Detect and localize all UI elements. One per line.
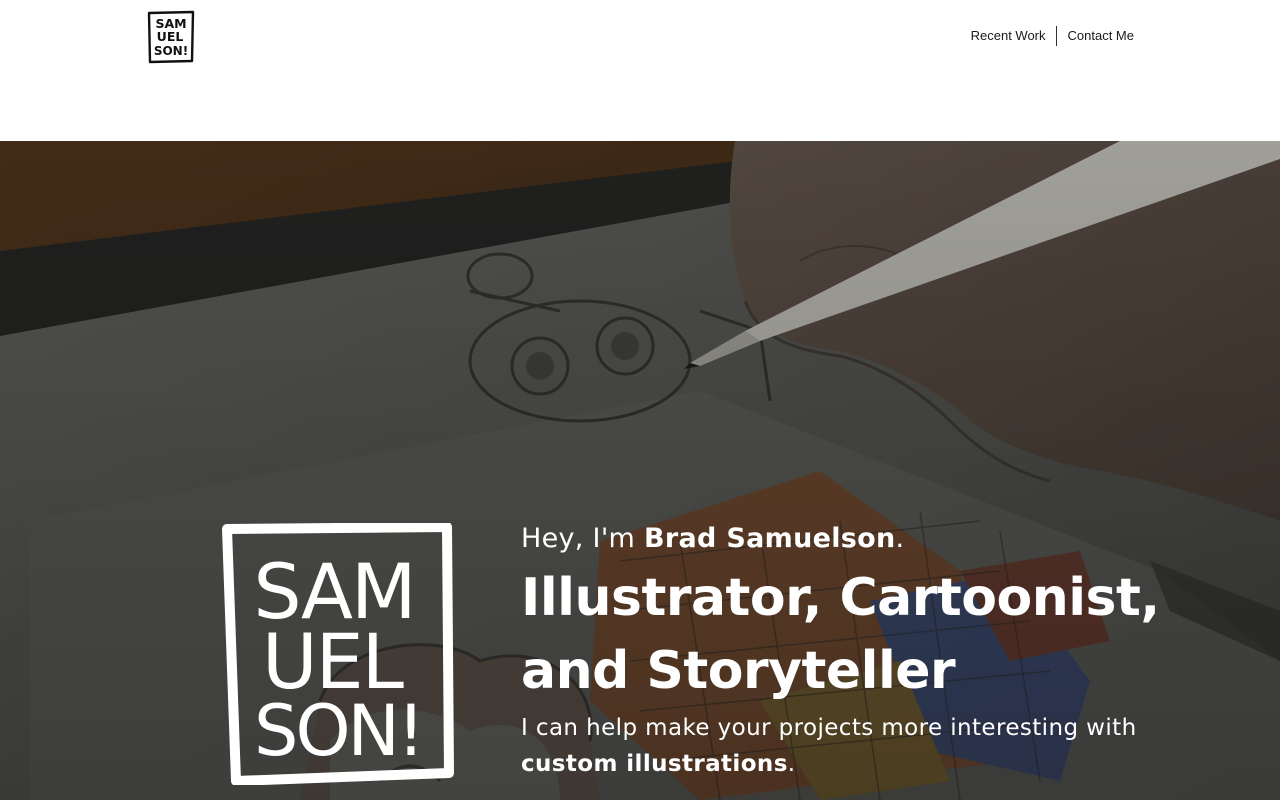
headline-line-2: and Storyteller (521, 641, 956, 701)
hero-logo: SAM UEL SON! (222, 523, 454, 785)
samuelson-hero-logo-mark: SAM UEL SON! (222, 523, 454, 785)
hero-tagline: I can help make your projects more inter… (521, 710, 1161, 782)
greeting-name: Brad Samuelson (644, 523, 896, 554)
main-nav: Recent Work Contact Me (971, 26, 1134, 46)
hero-greeting: Hey, I'm Brad Samuelson. (521, 519, 1266, 559)
hero-logo-text-line3: SON! (254, 690, 422, 772)
nav-link-contact-me[interactable]: Contact Me (1057, 26, 1134, 46)
headline-line-1: Illustrator, Cartoonist, (521, 568, 1160, 628)
tagline-suffix: . (787, 751, 796, 777)
site-header: SAM UEL SON! Recent Work Contact Me (0, 0, 1280, 141)
greeting-suffix: . (895, 523, 905, 554)
hero-section: SAM UEL SON! Hey, I'm Brad Samuelson. Il… (0, 141, 1280, 800)
site-logo[interactable]: SAM UEL SON! (146, 9, 196, 64)
tagline-prefix: I can help make your projects more inter… (521, 715, 1137, 741)
nav-link-recent-work[interactable]: Recent Work (971, 26, 1057, 46)
samuelson-logo-mark: SAM UEL SON! (147, 10, 195, 64)
logo-text-line3: SON! (154, 44, 188, 58)
tagline-bold: custom illustrations (521, 751, 788, 777)
logo-text-line2: UEL (157, 29, 184, 44)
greeting-prefix: Hey, I'm (521, 523, 645, 554)
hero-text-block: Hey, I'm Brad Samuelson. Illustrator, Ca… (521, 519, 1266, 782)
hero-headline: Illustrator, Cartoonist, and Storyteller (521, 562, 1266, 708)
